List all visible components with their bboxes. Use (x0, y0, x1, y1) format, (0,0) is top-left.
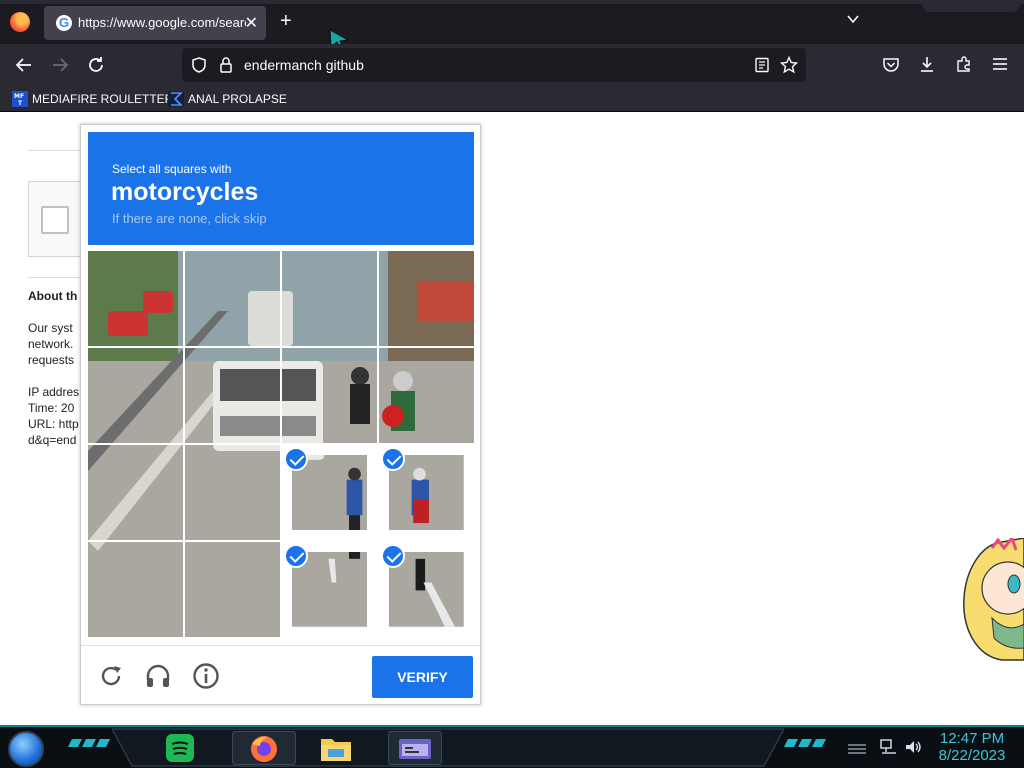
reload-icon[interactable] (84, 53, 108, 77)
prompt-hint: If there are none, click skip (112, 211, 267, 226)
headphones-audio-icon[interactable] (144, 662, 172, 690)
taskbar-frame (112, 728, 784, 767)
url-text: endermanch github (244, 57, 364, 73)
hamburger-menu-icon[interactable] (991, 56, 1009, 72)
downloads-icon[interactable] (918, 55, 936, 73)
grid-tile[interactable] (379, 445, 474, 540)
taskbar: 12:47 PM 8/22/2023 (0, 725, 1024, 768)
grid-tile[interactable] (379, 542, 474, 637)
prompt-target: motorcycles (111, 178, 259, 206)
pocket-icon[interactable] (882, 56, 900, 74)
window-decoration (918, 0, 1024, 12)
grid-tile[interactable] (282, 445, 377, 540)
show-desktop-icon[interactable] (846, 741, 868, 755)
info-line: d&q=end (28, 433, 77, 447)
grid-tile[interactable] (88, 445, 183, 540)
bookmark-label: MEDIAFIRE ROULETTER (32, 92, 174, 106)
body-line: requests (28, 353, 75, 367)
tile-selected-check-icon (381, 447, 405, 471)
recaptcha-checkbox[interactable] (41, 206, 69, 234)
grid-tile[interactable] (379, 348, 474, 443)
window-app-icon[interactable] (388, 731, 442, 765)
google-favicon-icon (56, 15, 72, 31)
extensions-icon[interactable] (955, 55, 973, 73)
screen: https://www.google.com/searc ✕ + (0, 0, 1024, 768)
tile-selected-check-icon (284, 544, 308, 568)
shield-icon[interactable] (190, 56, 208, 74)
network-icon[interactable] (880, 739, 898, 755)
browser-tab[interactable]: https://www.google.com/searc ✕ (44, 6, 266, 40)
grid-tile[interactable] (379, 251, 474, 346)
grid-tile[interactable] (185, 251, 280, 346)
file-explorer-icon[interactable] (318, 731, 354, 765)
back-arrow-icon[interactable] (12, 53, 36, 77)
firefox-icon (251, 736, 277, 762)
grid-tile[interactable] (88, 251, 183, 346)
tab-title: https://www.google.com/searc (78, 15, 246, 30)
grid-tile[interactable] (282, 251, 377, 346)
firefox-taskbar-button[interactable] (232, 731, 296, 765)
challenge-footer: VERIFY (81, 645, 480, 705)
grid-tile[interactable] (282, 542, 377, 637)
taskbar-decoration (784, 739, 826, 747)
grid-tile[interactable] (185, 348, 280, 443)
system-clock[interactable]: 12:47 PM 8/22/2023 (930, 730, 1014, 764)
mediafire-icon: MF T (12, 91, 28, 107)
taskbar-decoration (68, 739, 110, 747)
bookmark-star-icon[interactable] (780, 56, 798, 74)
start-orb-icon[interactable] (8, 731, 44, 767)
cartoon-character-sticker (963, 538, 1024, 661)
reload-challenge-icon[interactable] (97, 662, 125, 690)
spotify-icon[interactable] (162, 731, 198, 765)
divider (28, 277, 80, 278)
clock-time: 12:47 PM (939, 730, 1005, 747)
verify-button[interactable]: VERIFY (372, 656, 473, 698)
info-line: URL: http (28, 417, 79, 431)
sigma-bookmark-icon (168, 91, 184, 107)
window-top-border (0, 0, 1024, 4)
recaptcha-challenge: Select all squares with motorcycles If t… (80, 124, 481, 705)
new-tab-button[interactable]: + (280, 10, 292, 33)
grid-tile[interactable] (185, 445, 280, 540)
reader-view-icon[interactable] (754, 57, 770, 73)
grid-tile[interactable] (88, 348, 183, 443)
info-icon[interactable] (192, 662, 220, 690)
info-line: IP addres (28, 385, 80, 399)
body-line: Our syst (28, 321, 73, 335)
list-all-tabs-icon[interactable] (846, 12, 860, 26)
bookmark-mediafire-rouletter[interactable]: MF T MEDIAFIRE ROULETTER (12, 90, 173, 108)
bookmark-anal-prolapse[interactable]: ANAL PROLAPSE (168, 90, 288, 108)
clock-date: 8/22/2023 (938, 747, 1006, 764)
firefox-view-icon[interactable] (10, 12, 30, 32)
browser-nav-bar: endermanch github (0, 44, 1024, 86)
challenge-header: Select all squares with motorcycles If t… (88, 132, 474, 245)
divider (28, 150, 80, 151)
recaptcha-anchor-box[interactable] (28, 181, 80, 257)
volume-icon[interactable] (904, 739, 922, 755)
grid-tile[interactable] (185, 542, 280, 637)
tab-close-button[interactable]: ✕ (245, 13, 258, 33)
tile-selected-check-icon (284, 447, 308, 471)
bookmarks-toolbar: MF T MEDIAFIRE ROULETTER ANAL PROLAPSE (0, 86, 1024, 112)
forward-arrow-icon[interactable] (48, 53, 72, 77)
address-bar[interactable]: endermanch github (182, 48, 806, 82)
image-grid (88, 251, 474, 637)
grid-tile[interactable] (88, 542, 183, 637)
info-line: Time: 20 (28, 401, 75, 415)
bookmark-label: ANAL PROLAPSE (188, 92, 287, 106)
grid-tile[interactable] (282, 348, 377, 443)
svg-text:MF: MF (14, 93, 24, 100)
browser-tab-bar: https://www.google.com/searc ✕ + (0, 0, 1024, 52)
body-line: network. (28, 337, 74, 351)
lock-icon[interactable] (218, 56, 234, 74)
tile-selected-check-icon (381, 544, 405, 568)
about-heading: About th (28, 289, 78, 303)
prompt-instruction: Select all squares with (112, 162, 232, 176)
